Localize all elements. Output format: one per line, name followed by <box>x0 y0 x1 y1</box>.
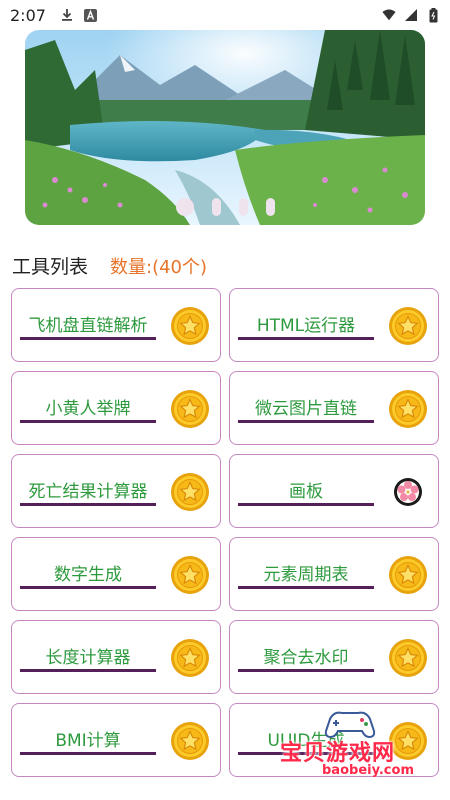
tool-card[interactable]: 飞机盘直链解析 <box>11 288 221 362</box>
tool-card[interactable]: 元素周期表 <box>229 537 439 611</box>
status-bar: 2:07 <box>0 0 450 30</box>
tool-label: BMI计算 <box>55 731 121 751</box>
font-a-icon <box>84 8 98 22</box>
tool-card[interactable]: BMI计算 <box>11 703 221 777</box>
tool-underline <box>20 669 156 672</box>
tool-underline <box>238 337 374 340</box>
tool-label: 数字生成 <box>54 565 122 585</box>
tool-label: 飞机盘直链解析 <box>28 316 148 336</box>
signal-icon <box>404 8 418 22</box>
status-time: 2:07 <box>10 5 46 25</box>
star-coin-icon <box>388 389 428 429</box>
tool-count: 数量:(40个) <box>110 256 208 278</box>
star-coin-icon <box>388 306 428 346</box>
tool-label: 聚合去水印 <box>263 648 349 668</box>
banner-landscape-image <box>25 30 425 225</box>
star-coin-icon <box>170 721 210 761</box>
tool-underline <box>238 420 374 423</box>
wifi-icon <box>382 8 396 22</box>
carousel-dot[interactable] <box>211 198 221 216</box>
section-title: 工具列表 <box>12 256 89 278</box>
battery-icon <box>426 7 440 22</box>
tool-label: 微云图片直链 <box>255 399 357 419</box>
star-coin-icon <box>388 555 428 595</box>
tool-label: 小黄人举牌 <box>45 399 131 419</box>
tool-underline <box>238 503 374 506</box>
tool-label: 长度计算器 <box>45 648 131 668</box>
tool-card[interactable]: 微云图片直链 <box>229 371 439 445</box>
carousel-dot[interactable] <box>238 198 248 216</box>
carousel-dot[interactable] <box>265 198 275 216</box>
tool-underline <box>238 669 374 672</box>
tool-card[interactable]: 死亡结果计算器 <box>11 454 221 528</box>
tool-card[interactable]: 长度计算器 <box>11 620 221 694</box>
watermark-logo: 宝贝游戏网 baobeiy.com <box>270 705 440 785</box>
star-coin-icon <box>388 638 428 678</box>
tool-label: 元素周期表 <box>263 565 349 585</box>
tool-underline <box>20 586 156 589</box>
tool-card[interactable]: 画板 <box>229 454 439 528</box>
flower-icon <box>388 472 428 512</box>
tool-label: HTML运行器 <box>256 316 356 336</box>
tool-card[interactable]: 数字生成 <box>11 537 221 611</box>
tool-label: 画板 <box>289 482 323 502</box>
tool-list-header: 工具列表 数量:(40个) <box>12 252 207 279</box>
tool-underline <box>238 586 374 589</box>
download-icon <box>60 8 74 22</box>
tool-card[interactable]: 聚合去水印 <box>229 620 439 694</box>
tool-underline <box>20 503 156 506</box>
tool-card[interactable]: HTML运行器 <box>229 288 439 362</box>
tool-underline <box>20 337 156 340</box>
tool-underline <box>20 420 156 423</box>
watermark-url: baobeiy.com <box>322 763 414 778</box>
carousel-indicators <box>25 198 425 216</box>
tool-underline <box>20 752 156 755</box>
star-coin-icon <box>170 306 210 346</box>
tool-label: 死亡结果计算器 <box>28 482 148 502</box>
star-coin-icon <box>170 638 210 678</box>
star-coin-icon <box>170 389 210 429</box>
star-coin-icon <box>170 555 210 595</box>
star-coin-icon <box>170 472 210 512</box>
tool-grid: 飞机盘直链解析 HTML运行器 小黄人举牌 微云图片直链 死亡结果计算器 画板 <box>11 288 439 777</box>
banner-carousel[interactable] <box>25 30 425 225</box>
tool-card[interactable]: 小黄人举牌 <box>11 371 221 445</box>
carousel-dot[interactable] <box>175 198 194 216</box>
